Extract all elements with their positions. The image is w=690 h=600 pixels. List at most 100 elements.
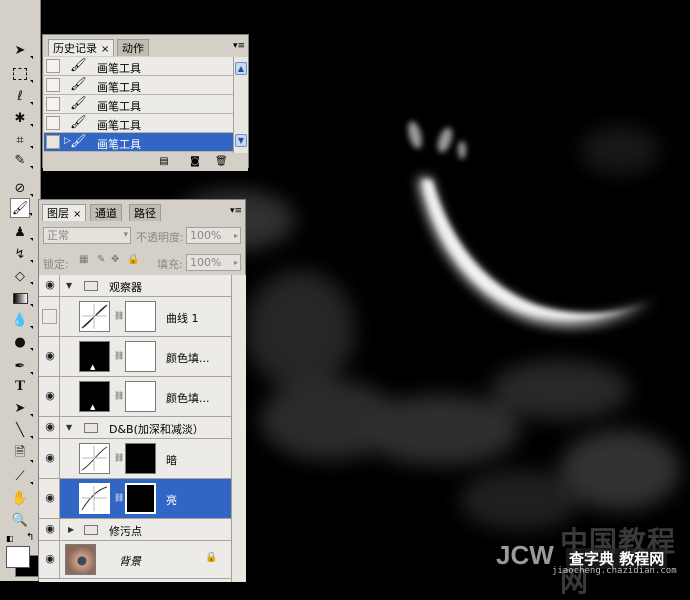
eye-icon[interactable]: ◉ xyxy=(42,552,58,568)
blur-tool-icon[interactable]: 💧 xyxy=(10,310,33,330)
history-item-selected[interactable]: ▷ 🖌 画笔工具 xyxy=(44,133,234,152)
layer-mask-thumbnail[interactable] xyxy=(125,301,156,332)
panel-menu-icon[interactable]: ▾≡ xyxy=(230,206,242,216)
chain-link-icon[interactable]: ⛓ xyxy=(114,311,124,320)
scroll-up-icon[interactable]: ▲ xyxy=(235,62,247,75)
eye-icon[interactable]: ◉ xyxy=(42,420,58,436)
chevron-down-icon: ▾ xyxy=(123,230,128,240)
layer-name: 亮 xyxy=(166,494,177,507)
move-tool-icon[interactable]: ➤ xyxy=(10,40,33,60)
scroll-down-icon[interactable]: ▼ xyxy=(235,134,247,147)
history-item-label: 画笔工具 xyxy=(97,138,141,151)
tab-layers[interactable]: 图层 × xyxy=(42,204,87,221)
close-icon[interactable]: × xyxy=(101,44,109,55)
eye-icon[interactable]: ◉ xyxy=(42,451,58,467)
layers-scrollbar[interactable] xyxy=(231,275,246,582)
opacity-field[interactable]: 100% ▸ xyxy=(186,227,241,244)
history-item-label: 画笔工具 xyxy=(97,100,141,113)
crop-tool-icon[interactable]: ⌗ xyxy=(10,130,33,150)
tab-history[interactable]: 历史记录 × xyxy=(48,39,115,56)
history-source-checkbox[interactable] xyxy=(46,78,60,92)
history-item[interactable]: 🖌 画笔工具 xyxy=(44,57,234,76)
chain-link-icon[interactable]: ⛓ xyxy=(114,453,124,462)
layer-group-row[interactable]: ◉ ▶ 修污点 xyxy=(39,519,232,541)
dodge-tool-icon[interactable]: ● xyxy=(10,332,33,352)
history-item[interactable]: 🖌 画笔工具 xyxy=(44,114,234,133)
history-source-checkbox[interactable] xyxy=(46,59,60,73)
eraser-tool-icon[interactable]: ◇ xyxy=(10,266,33,286)
brush-icon: 🖌 xyxy=(70,77,87,92)
magic-wand-tool-icon[interactable]: ✱ xyxy=(10,108,33,128)
lock-image-icon[interactable]: ✎ xyxy=(97,254,105,265)
layer-row-selected[interactable]: ◉ ⛓ 亮 xyxy=(39,479,232,519)
marquee-tool-icon[interactable] xyxy=(10,64,33,84)
layer-row[interactable]: ⛓ 曲线 1 xyxy=(39,297,232,337)
gradient-tool-icon[interactable] xyxy=(10,288,33,308)
brush-icon: 🖌 xyxy=(70,134,87,149)
eye-icon[interactable]: ◉ xyxy=(42,389,58,405)
layer-mask-thumbnail[interactable] xyxy=(125,341,156,372)
background-layer-thumbnail xyxy=(65,544,96,575)
eye-icon[interactable]: ◉ xyxy=(42,522,58,538)
lock-all-icon[interactable]: 🔒 xyxy=(127,254,139,265)
eye-icon[interactable]: ◉ xyxy=(42,278,58,294)
history-item[interactable]: 🖌 画笔工具 xyxy=(44,76,234,95)
chain-link-icon[interactable]: ⛓ xyxy=(114,391,124,400)
history-source-checkbox[interactable] xyxy=(46,116,60,130)
history-source-checkbox[interactable] xyxy=(46,97,60,111)
lock-position-icon[interactable]: ✥ xyxy=(111,254,119,265)
brush-tool-icon[interactable]: 🖌 xyxy=(10,198,32,218)
clone-stamp-tool-icon[interactable]: ♟ xyxy=(10,222,33,242)
chain-link-icon[interactable]: ⛓ xyxy=(114,351,124,360)
eye-icon[interactable]: ◉ xyxy=(42,349,58,365)
layer-group-row[interactable]: ◉ ▼ 观察器 xyxy=(39,275,232,297)
tab-channels[interactable]: 通道 xyxy=(90,204,122,221)
path-selection-tool-icon[interactable]: ➤ xyxy=(10,398,33,418)
foreground-color-swatch[interactable] xyxy=(6,546,30,568)
layer-mask-thumbnail[interactable] xyxy=(125,443,156,474)
fill-field[interactable]: 100% ▸ xyxy=(186,254,241,271)
panel-menu-icon[interactable]: ▾≡ xyxy=(233,41,245,51)
eye-icon[interactable]: ◉ xyxy=(42,491,58,507)
history-brush-tool-icon[interactable]: ↯ xyxy=(10,244,33,264)
collapse-triangle-icon[interactable]: ▶ xyxy=(68,525,74,534)
zoom-tool-icon[interactable]: 🔍 xyxy=(10,510,30,530)
toolbox: ➤ ℓ ✱ ⌗ ✎ ⊘ 🖌 ♟ ↯ ◇ 💧 ● ✒ T ➤ ╲ 🗎 ⟋ ✋ 🔍 … xyxy=(0,0,41,581)
snapshot-icon[interactable]: ◙ xyxy=(189,156,201,167)
curves-adjustment-icon xyxy=(79,301,110,332)
healing-brush-tool-icon[interactable]: ⊘ xyxy=(10,178,33,198)
layer-row[interactable]: ◉ ▲ ⛓ 颜色填... xyxy=(39,377,232,417)
chain-link-icon[interactable]: ⛓ xyxy=(114,493,124,502)
trash-icon[interactable]: 🗑 xyxy=(215,156,228,167)
opacity-label: 不透明度: xyxy=(136,231,184,244)
expand-triangle-icon[interactable]: ▼ xyxy=(66,281,72,290)
type-tool-icon[interactable]: T xyxy=(10,376,30,396)
visibility-toggle[interactable] xyxy=(42,309,57,324)
history-scrollbar[interactable]: ▲ ▼ xyxy=(233,57,248,153)
swap-colors-icon[interactable]: ↰ xyxy=(26,532,34,543)
history-item[interactable]: 🖌 画笔工具 xyxy=(44,95,234,114)
close-icon[interactable]: × xyxy=(73,209,81,220)
layer-group-row[interactable]: ◉ ▼ D&B(加深和减淡） xyxy=(39,417,232,439)
default-colors-icon[interactable]: ◧ xyxy=(6,534,14,543)
layer-row[interactable]: ◉ ▲ ⛓ 颜色填... xyxy=(39,337,232,377)
layer-mask-thumbnail[interactable] xyxy=(125,381,156,412)
pen-tool-icon[interactable]: ✒ xyxy=(10,356,33,376)
layer-row[interactable]: ◉ 背景 🔒 xyxy=(39,541,232,579)
lasso-tool-icon[interactable]: ℓ xyxy=(10,86,33,106)
tab-paths[interactable]: 路径 xyxy=(129,204,161,221)
lock-transparent-icon[interactable]: ▦ xyxy=(79,254,88,265)
notes-tool-icon[interactable]: 🗎 xyxy=(10,444,33,464)
expand-triangle-icon[interactable]: ▼ xyxy=(66,423,72,432)
layer-name: 修污点 xyxy=(109,525,142,538)
layer-row[interactable]: ◉ ⛓ 暗 xyxy=(39,439,232,479)
eyedropper-tool-icon[interactable]: ⟋ xyxy=(10,466,33,486)
blend-mode-select[interactable]: 正常 ▾ xyxy=(43,227,131,244)
history-source-checkbox[interactable] xyxy=(46,135,60,149)
slice-tool-icon[interactable]: ✎ xyxy=(10,150,33,170)
tab-actions[interactable]: 动作 xyxy=(117,39,149,56)
hand-tool-icon[interactable]: ✋ xyxy=(10,488,30,508)
line-tool-icon[interactable]: ╲ xyxy=(10,420,33,440)
new-document-from-state-icon[interactable]: ▤ xyxy=(158,156,170,167)
layer-mask-thumbnail[interactable] xyxy=(125,483,156,514)
